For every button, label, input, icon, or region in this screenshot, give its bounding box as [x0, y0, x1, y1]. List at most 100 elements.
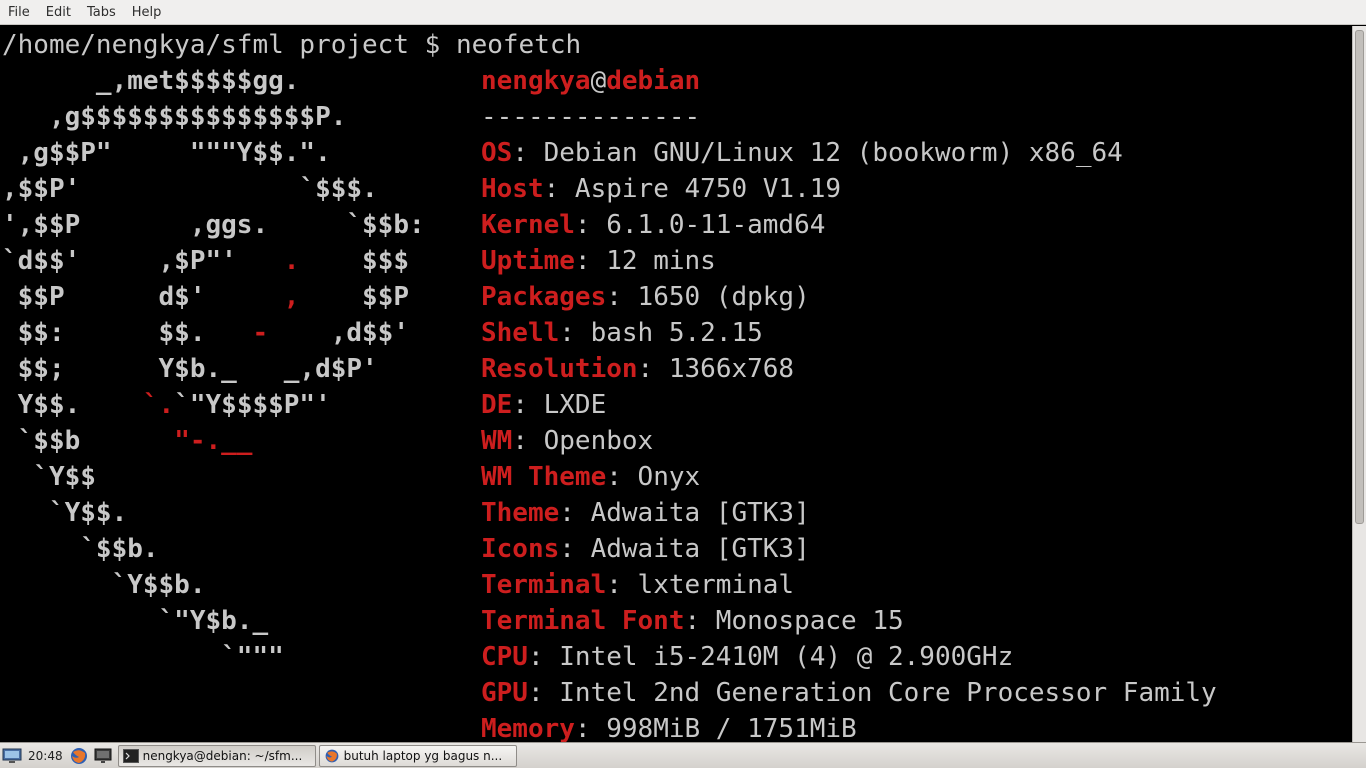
logo-line: `Y$$b.	[2, 567, 206, 603]
info-key: Shell	[481, 318, 560, 348]
logo-line: `$$b.	[2, 531, 158, 567]
info-key: Packages	[481, 282, 607, 312]
logo-line: `"Y$b._	[2, 603, 269, 639]
hostname: debian	[606, 66, 701, 96]
info-row: Shell: bash 5.2.15	[481, 315, 763, 351]
info-value: : Intel 2nd Generation Core Processor Fa…	[527, 678, 1217, 708]
scrollbar-thumb[interactable]	[1355, 30, 1364, 524]
user-host-line: nengkya@debian	[481, 63, 700, 99]
info-key: GPU	[481, 678, 528, 708]
info-value: : 1366x768	[637, 354, 795, 384]
logo-segment: `$$b	[2, 426, 175, 456]
info-key: WM	[481, 426, 513, 456]
logo-line: `$$b "-.__	[2, 423, 253, 459]
info-row: DE: LXDE	[481, 387, 606, 423]
info-key: WM Theme	[481, 462, 607, 492]
info-value: : Onyx	[606, 462, 701, 492]
terminal-output[interactable]: /home/nengkya/sfml project $ neofetch _,…	[0, 26, 1352, 742]
logo-segment: `"""	[2, 642, 284, 672]
at-sign: @	[590, 66, 607, 96]
logo-segment: `Y$$b.	[2, 570, 206, 600]
menu-edit[interactable]: Edit	[38, 0, 79, 25]
info-value: : bash 5.2.15	[559, 318, 763, 348]
info-row: CPU: Intel i5-2410M (4) @ 2.900GHz	[481, 639, 1013, 675]
firefox-icon	[325, 749, 338, 762]
logo-segment: Y$$.	[2, 390, 143, 420]
logo-segment: ',$$P ,ggs. `$$b:	[2, 210, 425, 240]
task-terminal-label: nengkya@debian: ~/sfm...	[142, 748, 303, 763]
logo-line: `Y$$.	[2, 495, 127, 531]
info-value: : Openbox	[512, 426, 654, 456]
info-key: Uptime	[481, 246, 575, 276]
logo-segment: `"Y$b._	[2, 606, 269, 636]
taskbar: 20:48 nengkya@debian: ~/sfm... butuh lap…	[0, 742, 1366, 768]
info-row: Icons: Adwaita [GTK3]	[481, 531, 810, 567]
info-row: GPU: Intel 2nd Generation Core Processor…	[481, 675, 1217, 711]
command-prompt: /home/nengkya/sfml project $ neofetch	[2, 30, 582, 60]
info-key: Theme	[481, 498, 560, 528]
info-key: OS	[481, 138, 513, 168]
username: nengkya	[481, 66, 591, 96]
show-desktop-icon[interactable]	[93, 746, 113, 766]
info-row: OS: Debian GNU/Linux 12 (bookworm) x86_6…	[481, 135, 1123, 171]
logo-segment: .	[283, 246, 300, 276]
logo-segment: $$: $$.	[2, 318, 253, 348]
logo-segment: `.	[142, 390, 175, 420]
info-row: Terminal Font: Monospace 15	[481, 603, 904, 639]
logo-line: `d$$' ,$P"' . $$$	[2, 243, 409, 279]
logo-segment: ,d$$'	[268, 318, 409, 348]
info-row: Theme: Adwaita [GTK3]	[481, 495, 810, 531]
firefox-launcher-icon[interactable]	[69, 746, 89, 766]
logo-segment: `Y$$.	[2, 498, 128, 528]
info-key: CPU	[481, 642, 528, 672]
terminal-scrollbar[interactable]	[1352, 26, 1366, 742]
info-value: : 12 mins	[574, 246, 716, 276]
menu-file[interactable]: File	[0, 0, 38, 25]
info-value: : Adwaita [GTK3]	[559, 498, 810, 528]
menu-tabs[interactable]: Tabs	[79, 0, 124, 25]
logo-line: ,g$$P" """Y$$.".	[2, 135, 331, 171]
logo-line: `"""	[2, 639, 284, 675]
logo-segment: `"Y$$$$P"'	[174, 390, 331, 420]
menu-bar: File Edit Tabs Help	[0, 0, 1366, 25]
task-terminal[interactable]: nengkya@debian: ~/sfm...	[117, 744, 316, 767]
logo-segment: "-.__	[174, 426, 253, 456]
info-value: : Adwaita [GTK3]	[559, 534, 810, 564]
logo-segment: $$P	[299, 282, 409, 312]
logo-segment: ,g$$$$$$$$$$$$$$$P.	[2, 102, 347, 132]
logo-segment: _,met$$$$$gg.	[2, 66, 300, 96]
separator-line: --------------	[481, 102, 701, 132]
menu-help[interactable]: Help	[124, 0, 170, 25]
logo-segment: $$$	[299, 246, 409, 276]
info-value: : Debian GNU/Linux 12 (bookworm) x86_64	[512, 138, 1123, 168]
info-key: Resolution	[481, 354, 638, 384]
info-row: Uptime: 12 mins	[481, 243, 716, 279]
info-row: Resolution: 1366x768	[481, 351, 794, 387]
logo-segment: -	[252, 318, 269, 348]
logo-segment: ,	[283, 282, 300, 312]
info-row: Kernel: 6.1.0-11-amd64	[481, 207, 825, 243]
info-value: : LXDE	[512, 390, 607, 420]
logo-segment: ,g$$P" """Y$$.".	[2, 138, 331, 168]
logo-line: `Y$$	[2, 459, 96, 495]
info-row: WM Theme: Onyx	[481, 459, 700, 495]
info-value: : 6.1.0-11-amd64	[574, 210, 826, 240]
info-value: : 998MiB / 1751MiB	[574, 714, 857, 742]
logo-segment: `d$$' ,$P"'	[2, 246, 284, 276]
info-value: : lxterminal	[606, 570, 795, 600]
logo-line: ,$$P' `$$$.	[2, 171, 378, 207]
logo-line: ',$$P ,ggs. `$$b:	[2, 207, 425, 243]
logo-line: $$P d$' , $$P	[2, 279, 409, 315]
info-row: WM: Openbox	[481, 423, 653, 459]
logo-line: $$: $$. - ,d$$'	[2, 315, 409, 351]
info-value: : Monospace 15	[684, 606, 904, 636]
info-key: Memory	[481, 714, 575, 742]
info-key: Host	[481, 174, 544, 204]
logo-line: _,met$$$$$gg.	[2, 63, 300, 99]
desktop-menu-icon[interactable]	[2, 746, 22, 766]
logo-segment: `Y$$	[2, 462, 96, 492]
info-key: DE	[481, 390, 513, 420]
clock[interactable]: 20:48	[28, 749, 63, 763]
task-firefox[interactable]: butuh laptop yg bagus n...	[318, 744, 517, 767]
terminal-icon	[122, 748, 139, 763]
